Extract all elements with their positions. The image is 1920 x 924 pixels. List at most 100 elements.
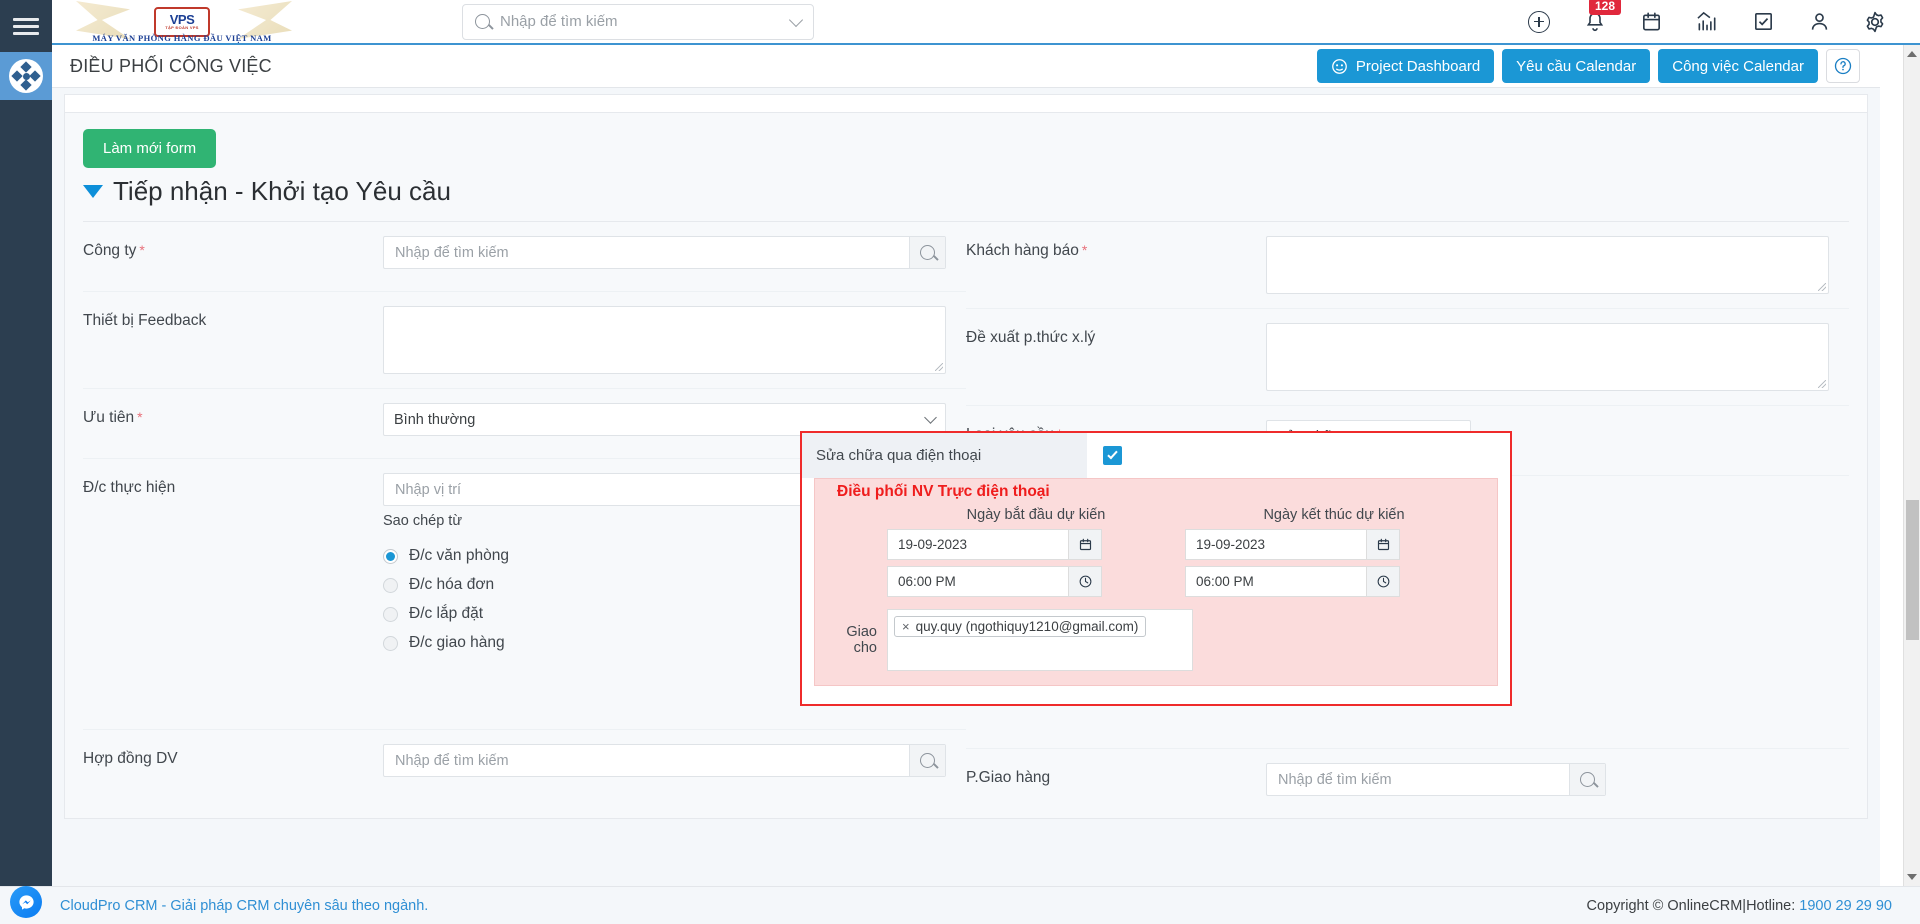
start-date-input[interactable]: 19-09-2023 — [887, 529, 1102, 560]
add-button[interactable] — [1526, 9, 1552, 35]
field-row-company: Công ty * Nhập để tìm kiếm — [83, 222, 966, 292]
start-time-picker-button[interactable] — [1068, 567, 1101, 596]
search-input[interactable]: Nhập để tìm kiếm — [500, 13, 791, 30]
sidebar-item-workflow[interactable] — [0, 52, 52, 100]
search-icon — [475, 14, 490, 29]
remove-tag-icon[interactable]: × — [902, 619, 910, 634]
radio-invoice-address-label: Đ/c hóa đơn — [409, 576, 495, 593]
radio-indicator — [383, 606, 398, 622]
copyright-text: Copyright © OnlineCRM — [1586, 897, 1743, 914]
radio-indicator — [383, 635, 398, 651]
phone-repair-row: Sửa chữa qua điện thoại — [802, 433, 1510, 478]
start-time-input[interactable]: 06:00 PM — [887, 566, 1102, 597]
chevron-down-icon[interactable] — [788, 12, 804, 27]
company-search-button[interactable] — [909, 237, 945, 268]
device-feedback-field — [383, 306, 966, 374]
required-marker: * — [137, 409, 143, 425]
device-feedback-label: Thiết bị Feedback — [83, 312, 207, 329]
settings-gear-icon — [1866, 11, 1884, 32]
assign-multiselect[interactable]: × quy.quy (ngothiquy1210@gmail.com) — [887, 609, 1193, 671]
proposal-textarea[interactable] — [1266, 323, 1829, 391]
settings-button[interactable] — [1862, 9, 1888, 35]
start-date-picker-button[interactable] — [1068, 530, 1101, 559]
device-feedback-textarea[interactable] — [383, 306, 946, 374]
workflow-icon — [9, 59, 43, 93]
scroll-down-arrow-icon[interactable] — [1907, 874, 1917, 880]
messenger-icon — [18, 894, 34, 910]
menu-toggle-button[interactable] — [0, 0, 52, 52]
end-date-picker-button[interactable] — [1366, 530, 1399, 559]
form-section-title: Tiếp nhận - Khởi tạo Yêu cầu — [113, 176, 451, 206]
proposal-field — [1266, 323, 1849, 391]
phone-repair-checkbox[interactable] — [1103, 446, 1122, 465]
assign-tag-label: quy.quy (ngothiquy1210@gmail.com) — [915, 619, 1139, 634]
dashboard-icon — [1332, 58, 1347, 74]
page-scrollbar[interactable] — [1903, 45, 1920, 886]
calendar-button[interactable] — [1638, 9, 1664, 35]
contract-input-placeholder: Nhập để tìm kiếm — [395, 752, 509, 769]
work-calendar-button[interactable]: Công việc Calendar — [1658, 49, 1818, 83]
refresh-form-button[interactable]: Làm mới form — [83, 129, 217, 168]
address-label: Đ/c thực hiện — [83, 479, 176, 496]
analytics-button[interactable] — [1694, 9, 1720, 35]
analytics-chart-icon — [1696, 11, 1716, 31]
assign-label: Giao cho — [846, 624, 877, 656]
collapse-triangle-icon[interactable] — [83, 185, 103, 198]
contract-label: Hợp đồng DV — [83, 750, 178, 767]
help-circle-icon — [1834, 57, 1852, 75]
field-row-contract: Hợp đồng DV Nhập để tìm kiếm — [83, 729, 966, 799]
end-date-header: Ngày kết thúc dự kiến — [1263, 507, 1405, 523]
phone-repair-checkbox-cell — [1087, 446, 1510, 465]
end-date-value: 19-09-2023 — [1196, 537, 1266, 552]
dispatch-datetime-grid: Ngày bắt đầu dự kiến 19-09-2023 06:00 PM… — [829, 507, 1483, 603]
phone-repair-label: Sửa chữa qua điện thoại — [802, 433, 1087, 478]
page-title: ĐIỀU PHỐI CÔNG VIỆC — [70, 55, 272, 76]
start-date-header: Ngày bắt đầu dự kiến — [966, 507, 1106, 523]
assign-tag[interactable]: × quy.quy (ngothiquy1210@gmail.com) — [894, 616, 1147, 637]
end-time-picker-button[interactable] — [1366, 567, 1399, 596]
project-dashboard-button[interactable]: Project Dashboard — [1316, 49, 1495, 83]
search-icon — [920, 753, 935, 768]
required-marker: * — [139, 242, 145, 258]
footer-copyright: Copyright © OnlineCRM|Hotline: 1900 29 2… — [1587, 898, 1892, 914]
end-time-input[interactable]: 06:00 PM — [1185, 566, 1400, 597]
customer-report-textarea[interactable] — [1266, 236, 1829, 294]
dispatch-panel-wrapper: Điều phối NV Trực điện thoại Ngày bắt đầ… — [802, 478, 1510, 698]
delivery-input-placeholder: Nhập để tìm kiếm — [1278, 771, 1392, 788]
contract-search-button[interactable] — [909, 745, 945, 776]
priority-label-text: Ưu tiên — [83, 409, 135, 426]
form-section-header[interactable]: Tiếp nhận - Khởi tạo Yêu cầu — [83, 168, 1849, 221]
tasks-button[interactable] — [1750, 9, 1776, 35]
clock-icon — [1079, 575, 1091, 588]
global-search[interactable]: Nhập để tìm kiếm — [462, 3, 814, 40]
delivery-search-button[interactable] — [1569, 764, 1605, 795]
task-checkbox-icon — [1754, 13, 1772, 30]
left-sidebar — [0, 0, 52, 924]
hotline-label: Hotline: — [1746, 897, 1796, 914]
add-icon — [1528, 10, 1550, 33]
project-dashboard-label: Project Dashboard — [1355, 57, 1481, 75]
company-search-input[interactable]: Nhập để tìm kiếm — [383, 236, 946, 269]
priority-selected-value: Bình thường — [394, 411, 476, 428]
messenger-chat-button[interactable] — [10, 886, 42, 918]
delivery-search-input[interactable]: Nhập để tìm kiếm — [1266, 763, 1606, 796]
hotline-number[interactable]: 1900 29 29 90 — [1799, 898, 1892, 914]
end-date-input[interactable]: 19-09-2023 — [1185, 529, 1400, 560]
delivery-label: P.Giao hàng — [966, 769, 1051, 786]
proposal-label: Đề xuất p.thức x.lý — [966, 329, 1096, 346]
brand-logo: VPS TẬP ĐOÀN VPS MÁY VĂN PHÒNG HÀNG ĐẦU … — [52, 0, 312, 44]
radio-indicator — [383, 577, 398, 593]
help-button[interactable] — [1826, 49, 1860, 83]
required-marker: * — [1081, 242, 1088, 258]
main-content-area: Làm mới form Tiếp nhận - Khởi tạo Yêu cầ… — [52, 88, 1880, 900]
brand-group: TẬP ĐOÀN VPS — [165, 25, 199, 30]
user-account-button[interactable] — [1806, 9, 1832, 35]
notification-button[interactable]: 128 — [1582, 0, 1622, 35]
scroll-up-arrow-icon[interactable] — [1907, 51, 1917, 57]
phone-repair-highlight-panel: Sửa chữa qua điện thoại Điều phối NV Trự… — [800, 431, 1512, 706]
footer-link[interactable]: CloudPro CRM - Giải pháp CRM chuyên sâu … — [60, 898, 428, 914]
request-calendar-button[interactable]: Yêu cầu Calendar — [1502, 49, 1651, 83]
contract-search-input[interactable]: Nhập để tìm kiếm — [383, 744, 946, 777]
scrollbar-thumb[interactable] — [1906, 500, 1919, 640]
calendar-icon — [1377, 538, 1389, 551]
